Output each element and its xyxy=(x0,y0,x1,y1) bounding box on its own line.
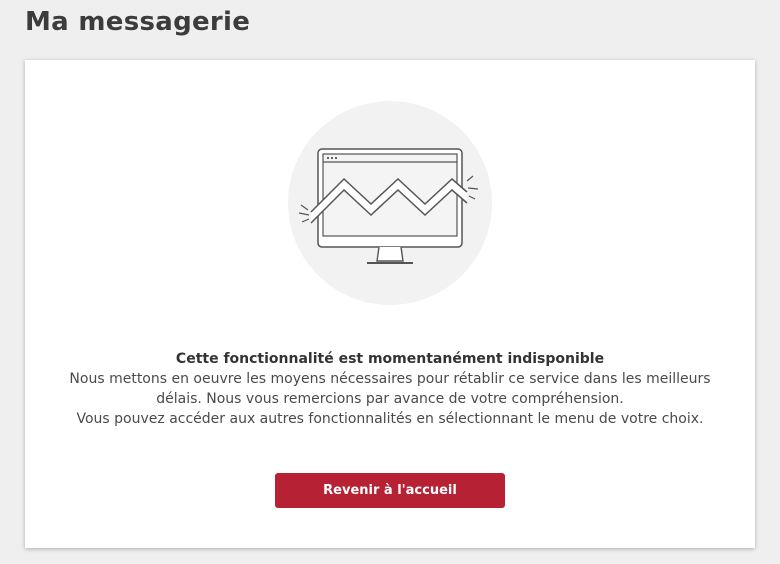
page-title: Ma messagerie xyxy=(25,7,251,37)
message-title: Cette fonctionnalité est momentanément i… xyxy=(175,351,605,367)
broken-monitor-icon xyxy=(287,100,493,306)
unavailable-card: Cette fonctionnalité est momentanément i… xyxy=(25,60,755,548)
message-line-3: Vous pouvez accéder aux autres fonctionn… xyxy=(76,411,704,427)
message-line-2: délais. Nous vous remercions par avance … xyxy=(156,391,624,407)
back-to-home-button[interactable]: Revenir à l'accueil xyxy=(275,473,505,508)
unavailable-message: Cette fonctionnalité est momentanément i… xyxy=(25,349,755,429)
message-line-1: Nous mettons en oeuvre les moyens nécess… xyxy=(69,371,711,387)
